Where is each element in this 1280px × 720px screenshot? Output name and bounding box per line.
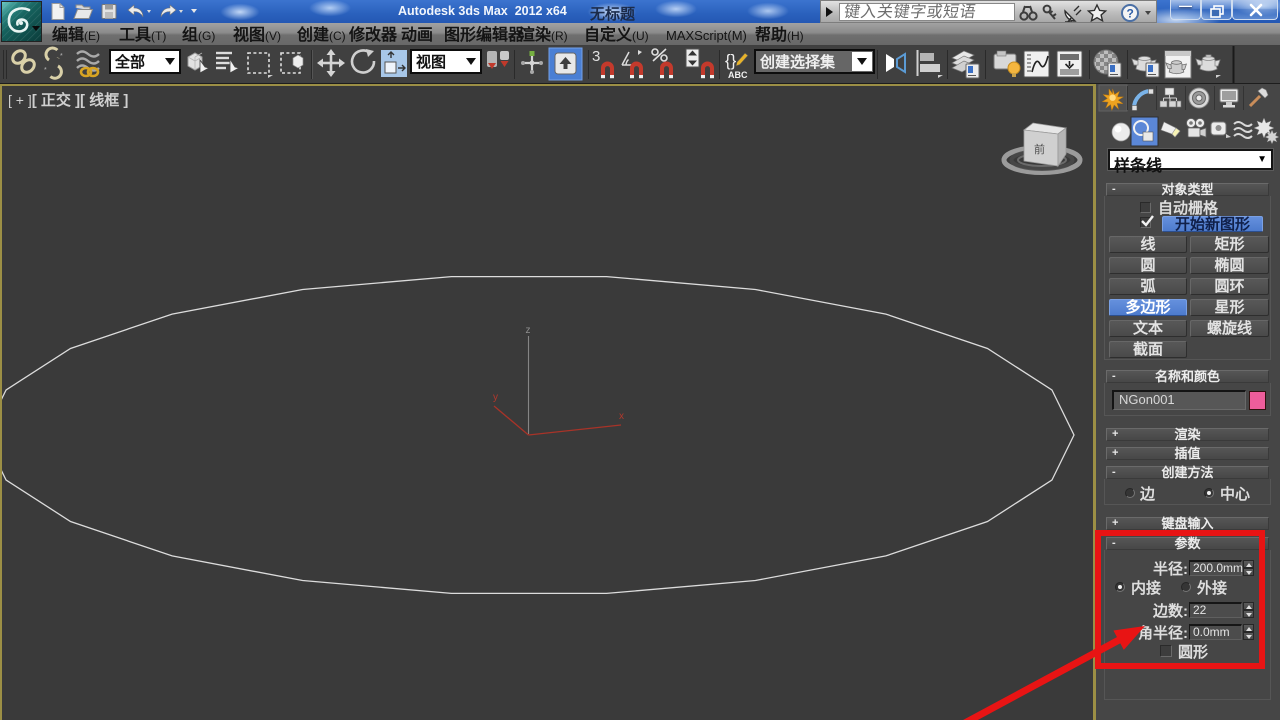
svg-text:x: x bbox=[619, 411, 624, 422]
svg-text:*: * bbox=[44, 67, 47, 74]
svg-text:?: ? bbox=[1127, 7, 1134, 21]
svg-text:视图: 视图 bbox=[416, 53, 446, 71]
svg-text:z: z bbox=[526, 325, 531, 336]
svg-text:y: y bbox=[493, 392, 498, 403]
svg-text:前: 前 bbox=[1034, 142, 1045, 156]
svg-text:全部: 全部 bbox=[114, 53, 145, 71]
svg-text:3: 3 bbox=[592, 48, 600, 65]
svg-text:*: * bbox=[60, 53, 63, 60]
svg-text:ABC: ABC bbox=[728, 70, 748, 80]
svg-text:{}: {} bbox=[725, 51, 737, 70]
svg-text:创建选择集: 创建选择集 bbox=[759, 53, 836, 71]
